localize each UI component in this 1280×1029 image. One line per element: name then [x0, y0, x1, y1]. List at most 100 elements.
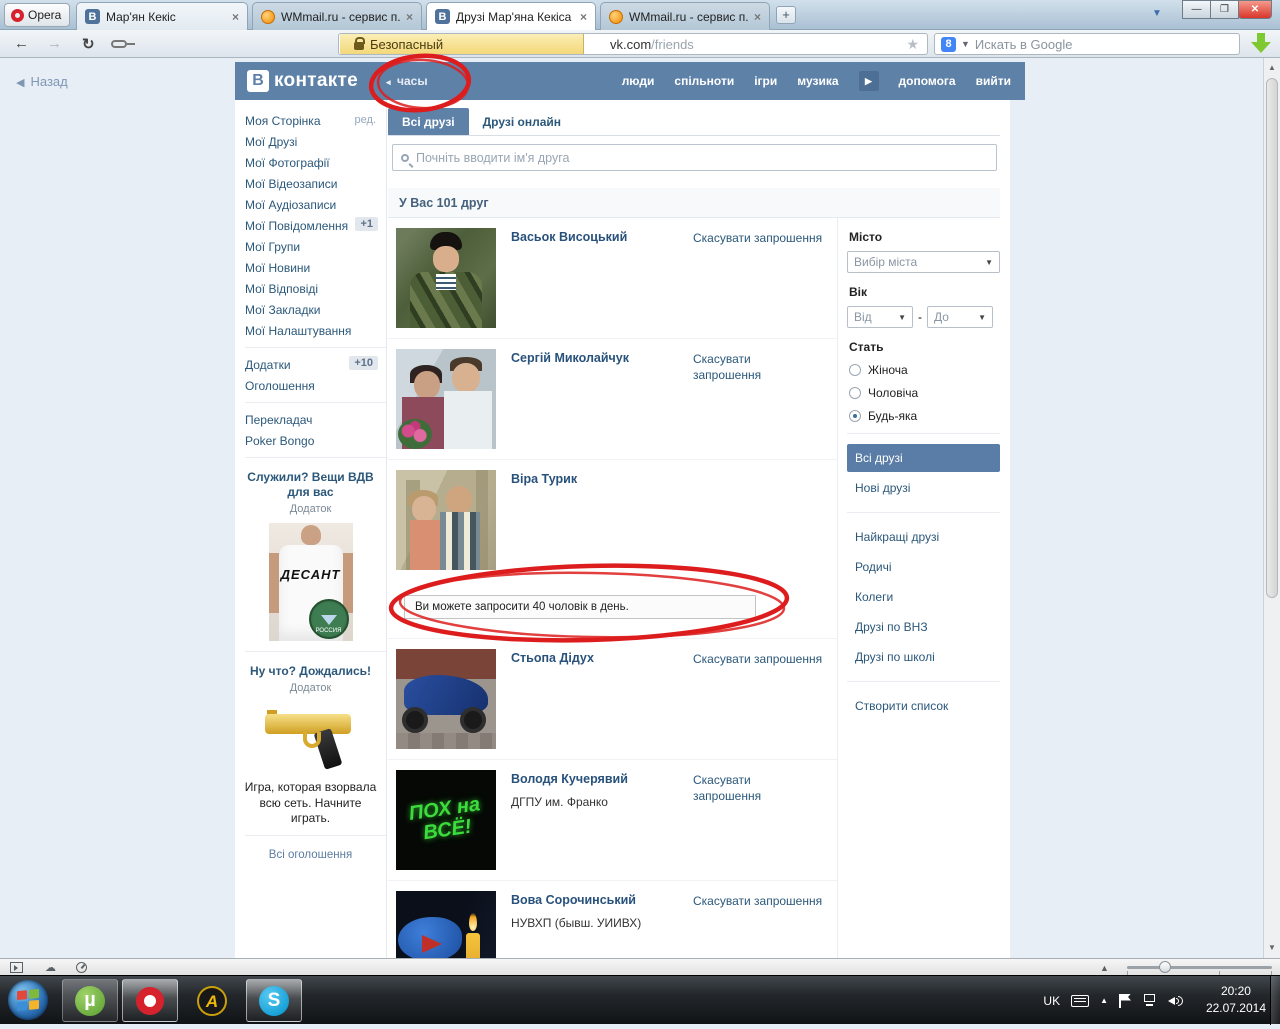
- hidden-icons-arrow[interactable]: ▲: [1100, 996, 1108, 1005]
- friend-name-link[interactable]: Володя Кучерявий: [511, 769, 628, 786]
- window-close-button[interactable]: ✕: [1238, 0, 1272, 19]
- browser-tab-4[interactable]: WMmail.ru - сервис п... ×: [600, 2, 770, 30]
- list-university-friends[interactable]: Друзі по ВНЗ: [847, 613, 1000, 641]
- url-field[interactable]: Безопасный vk.com/friends ★: [338, 33, 928, 55]
- list-school-friends[interactable]: Друзі по школі: [847, 643, 1000, 671]
- panels-toggle-icon[interactable]: [10, 961, 23, 973]
- taskbar-skype-button[interactable]: S: [246, 979, 302, 1022]
- sidebar-item-apps[interactable]: Додатки +10: [235, 354, 386, 375]
- opera-menu-button[interactable]: Opera: [4, 3, 70, 27]
- ad-title[interactable]: Служили? Вещи ВДВ для вас: [243, 470, 378, 500]
- keyboard-icon[interactable]: [1071, 994, 1090, 1007]
- city-select[interactable]: Вибір міста ▼: [847, 251, 1000, 273]
- new-tab-button[interactable]: +: [776, 6, 796, 24]
- language-indicator[interactable]: UK: [1043, 994, 1060, 1008]
- vertical-scrollbar[interactable]: ▲ ▼: [1263, 58, 1280, 958]
- list-best-friends[interactable]: Найкращі друзі: [847, 523, 1000, 551]
- menu-music[interactable]: музика: [797, 74, 838, 88]
- list-colleagues[interactable]: Колеги: [847, 583, 1000, 611]
- window-restore-button[interactable]: ❐: [1210, 0, 1239, 19]
- gender-option-male[interactable]: Чоловіча: [849, 386, 1000, 400]
- header-watch-link[interactable]: ◂ часы: [386, 74, 428, 88]
- start-button[interactable]: [8, 980, 48, 1020]
- bookmark-star-icon[interactable]: ★: [906, 36, 919, 53]
- sidebar-item-translator[interactable]: Перекладач: [235, 409, 386, 430]
- taskbar-clock[interactable]: 20:20 22.07.2014: [1206, 983, 1266, 1018]
- taskbar-aimp-button[interactable]: A: [184, 979, 240, 1022]
- menu-logout[interactable]: вийти: [976, 74, 1011, 88]
- friend-name-link[interactable]: Віра Турик: [511, 469, 577, 486]
- zoom-slider-handle[interactable]: [1159, 961, 1171, 973]
- taskbar-utorrent-button[interactable]: µ: [62, 979, 118, 1022]
- menu-people[interactable]: люди: [622, 74, 655, 88]
- vk-logo[interactable]: В контакте: [247, 70, 358, 92]
- friend-search-box[interactable]: [392, 144, 997, 171]
- sidebar-item-my-settings[interactable]: Мої Налаштування: [235, 320, 386, 341]
- scroll-down-icon[interactable]: ▼: [1264, 940, 1280, 956]
- create-list-link[interactable]: Створити список: [847, 692, 1000, 720]
- scrollbar-thumb[interactable]: [1266, 78, 1278, 598]
- tab-close-icon[interactable]: ×: [232, 10, 239, 24]
- cancel-invite-link[interactable]: Скасувати запрошення: [693, 651, 833, 667]
- tab-close-icon[interactable]: ×: [754, 10, 761, 24]
- tab-close-icon[interactable]: ×: [580, 10, 587, 24]
- radio-icon[interactable]: [849, 364, 861, 376]
- sidebar-item-my-news[interactable]: Мої Новини: [235, 257, 386, 278]
- friend-search-input[interactable]: [416, 150, 988, 165]
- window-minimize-button[interactable]: —: [1182, 0, 1211, 19]
- gender-option-any[interactable]: Будь-яка: [849, 409, 1000, 423]
- ad-title[interactable]: Ну что? Дождались!: [243, 664, 378, 679]
- tab-friends-online[interactable]: Друзі онлайн: [469, 108, 575, 135]
- sidebar-item-my-replies[interactable]: Мої Відповіді: [235, 278, 386, 299]
- page-back-link[interactable]: ◀ Назад: [16, 74, 68, 89]
- friend-name-link[interactable]: Стьопа Дідух: [511, 648, 594, 665]
- menu-games[interactable]: ігри: [754, 74, 777, 88]
- friend-name-link[interactable]: Сергій Миколайчук: [511, 348, 629, 365]
- list-relatives[interactable]: Родичі: [847, 553, 1000, 581]
- search-engine-dropdown-icon[interactable]: ▼: [961, 39, 970, 49]
- ad-vdv[interactable]: Служили? Вещи ВДВ для вас Додаток ДЕСАНТ…: [235, 464, 386, 645]
- forward-icon[interactable]: →: [47, 35, 62, 52]
- browser-tab-2[interactable]: WMmail.ru - сервис п... ×: [252, 2, 422, 30]
- action-center-flag-icon[interactable]: [1119, 993, 1131, 1008]
- friend-photo[interactable]: [396, 349, 496, 449]
- zoom-popup-icon[interactable]: ▲: [1100, 963, 1109, 973]
- ad-image-tshirt[interactable]: ДЕСАНТ РОССИЯ: [268, 523, 353, 641]
- taskbar-opera-button[interactable]: [122, 979, 178, 1022]
- radio-icon[interactable]: [849, 387, 861, 399]
- list-all-friends[interactable]: Всі друзі: [847, 444, 1000, 472]
- opera-turbo-icon[interactable]: [76, 961, 87, 973]
- cancel-invite-link[interactable]: Скасувати запрошення: [693, 772, 785, 804]
- browser-search-field[interactable]: 8 ▼: [934, 33, 1240, 55]
- ad-image-golden-gun[interactable]: [263, 702, 359, 774]
- cancel-invite-link[interactable]: Скасувати запрошення: [693, 230, 833, 246]
- age-from-select[interactable]: Від ▼: [847, 306, 913, 328]
- all-announcements-link[interactable]: Всі оголошення: [235, 842, 386, 870]
- friend-photo[interactable]: [396, 228, 496, 328]
- browser-search-input[interactable]: [974, 36, 1233, 52]
- zoom-slider[interactable]: [1127, 961, 1272, 975]
- downloads-arrow-icon[interactable]: [1251, 33, 1271, 55]
- tab-list-dropdown-icon[interactable]: ▼: [1152, 8, 1162, 19]
- friend-photo[interactable]: [396, 891, 496, 958]
- gender-option-female[interactable]: Жіноча: [849, 363, 1000, 377]
- friend-photo[interactable]: [396, 470, 496, 570]
- sidebar-item-my-videos[interactable]: Мої Відеозаписи: [235, 173, 386, 194]
- friend-photo[interactable]: ПОХ на ВСЁ!: [396, 770, 496, 870]
- sidebar-item-my-page[interactable]: Моя Сторінка ред.: [235, 110, 386, 131]
- back-icon[interactable]: ←: [14, 35, 29, 52]
- cancel-invite-link[interactable]: Скасувати запрошення: [693, 893, 833, 909]
- friend-photo[interactable]: [396, 649, 496, 749]
- network-icon[interactable]: [1142, 994, 1157, 1007]
- tab-close-icon[interactable]: ×: [406, 10, 413, 24]
- sidebar-item-my-photos[interactable]: Мої Фотографії: [235, 152, 386, 173]
- radio-selected-icon[interactable]: [849, 410, 861, 422]
- volume-icon[interactable]: [1168, 994, 1184, 1007]
- scroll-up-icon[interactable]: ▲: [1264, 60, 1280, 76]
- sidebar-item-poker-bongo[interactable]: Poker Bongo: [235, 430, 386, 451]
- tab-all-friends[interactable]: Всі друзі: [388, 108, 469, 135]
- edit-link[interactable]: ред.: [355, 114, 376, 126]
- reload-icon[interactable]: ↻: [82, 35, 95, 53]
- friend-name-link[interactable]: Васьок Висоцький: [511, 227, 627, 244]
- sidebar-item-my-audio[interactable]: Мої Аудіозаписи: [235, 194, 386, 215]
